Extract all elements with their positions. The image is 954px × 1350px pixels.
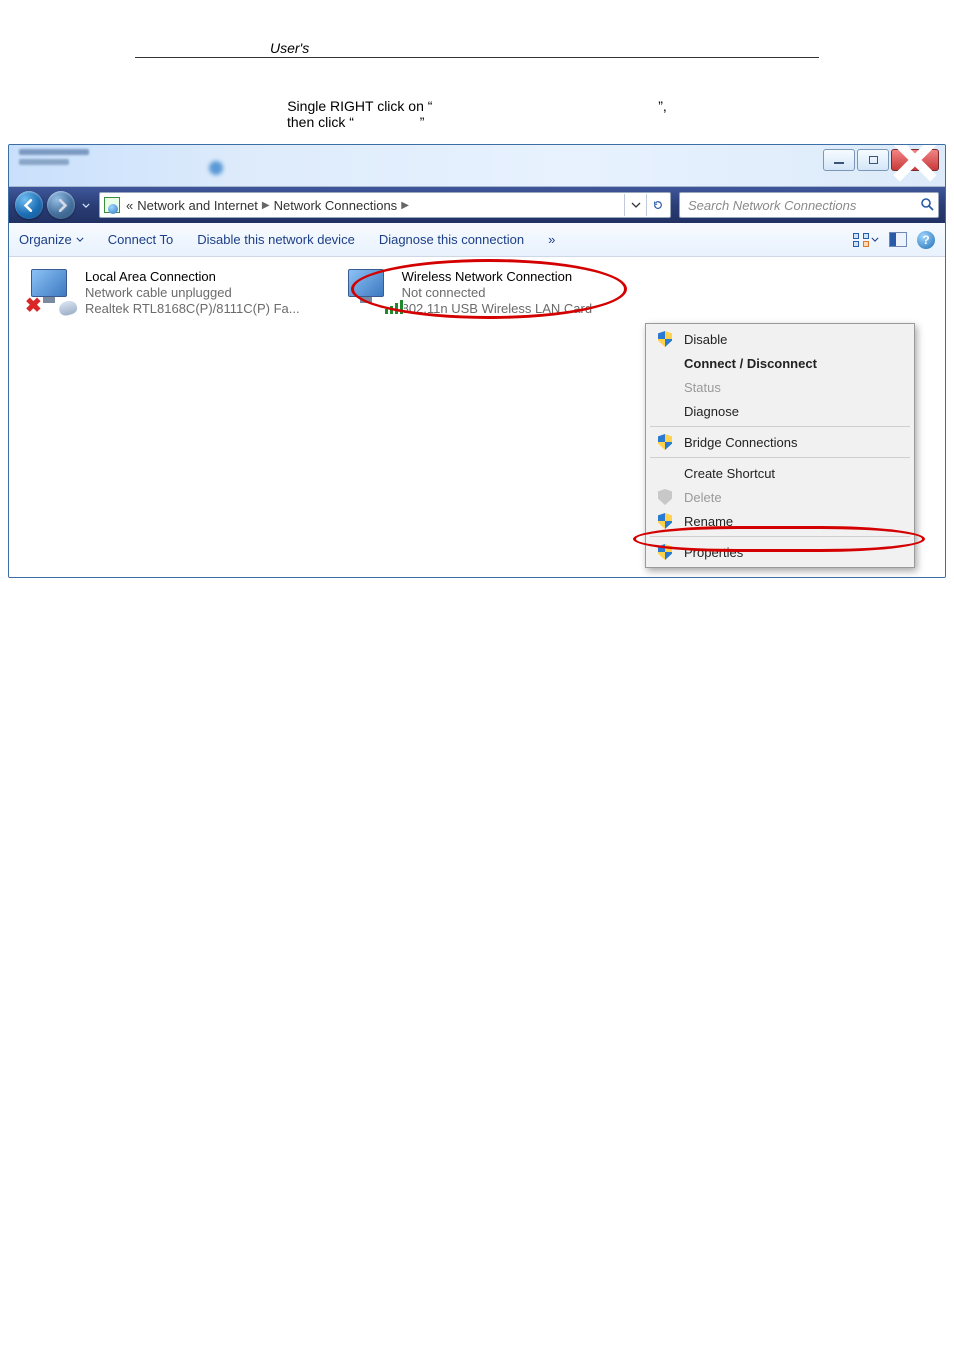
breadcrumb-separator-icon: ▶ xyxy=(401,200,409,211)
toolbar-help-button[interactable]: ? xyxy=(917,231,935,249)
document-header-label: User's xyxy=(270,40,309,56)
arrow-right-icon xyxy=(55,199,68,212)
toolbar-connect-to[interactable]: Connect To xyxy=(108,232,174,247)
instruction-line2-before: then click “ xyxy=(287,114,354,130)
address-dropdown-button[interactable] xyxy=(624,194,646,216)
toolbar-disable-device[interactable]: Disable this network device xyxy=(197,232,355,247)
shield-icon xyxy=(658,331,672,347)
connection-item-wlan[interactable]: ✖ Wireless Network Connection Not connec… xyxy=(342,269,593,317)
instruction-line2-after: ” xyxy=(420,114,425,130)
chevron-down-icon xyxy=(82,203,90,208)
shield-icon xyxy=(658,513,672,529)
search-placeholder: Search Network Connections xyxy=(688,198,920,213)
context-menu: Disable Connect / Disconnect Status Diag… xyxy=(645,323,915,568)
help-icon: ? xyxy=(922,233,929,247)
toolbar-view-button[interactable] xyxy=(853,233,879,247)
context-menu-shortcut-label: Create Shortcut xyxy=(684,466,775,481)
close-icon xyxy=(892,144,938,183)
context-menu-diagnose-label: Diagnose xyxy=(684,404,739,419)
context-menu-status: Status xyxy=(648,375,912,399)
context-menu-diagnose[interactable]: Diagnose xyxy=(648,399,912,423)
toolbar-disable-label: Disable this network device xyxy=(197,232,355,247)
context-menu-delete-label: Delete xyxy=(684,490,722,505)
view-tiles-icon xyxy=(853,233,869,247)
shield-icon xyxy=(658,544,672,560)
toolbar-more-chevron[interactable]: » xyxy=(548,232,555,247)
context-menu-shortcut[interactable]: Create Shortcut xyxy=(648,461,912,485)
navigation-bar: « Network and Internet ▶ Network Connect… xyxy=(9,187,945,223)
content-area: ✖ Local Area Connection Network cable un… xyxy=(9,257,945,577)
toolbar-connect-to-label: Connect To xyxy=(108,232,174,247)
context-menu-separator xyxy=(650,536,910,537)
address-bar[interactable]: « Network and Internet ▶ Network Connect… xyxy=(99,192,671,218)
window-minimize-button[interactable] xyxy=(823,149,855,171)
context-menu-bridge[interactable]: Bridge Connections xyxy=(648,430,912,454)
context-menu-connect-label: Connect / Disconnect xyxy=(684,356,817,371)
wlan-title: Wireless Network Connection xyxy=(402,269,593,285)
command-toolbar: Organize Connect To Disable this network… xyxy=(9,223,945,257)
wlan-device: 802.11n USB Wireless LAN Card xyxy=(402,301,593,317)
nav-back-button[interactable] xyxy=(15,191,43,219)
instruction-line1-before: Single RIGHT click on “ xyxy=(287,98,432,114)
breadcrumb-part-network-internet[interactable]: Network and Internet xyxy=(137,198,258,213)
lan-title: Local Area Connection xyxy=(85,269,300,285)
toolbar-organize-label: Organize xyxy=(19,232,72,247)
window-close-button[interactable] xyxy=(891,149,939,171)
context-menu-disable[interactable]: Disable xyxy=(648,327,912,351)
shield-icon xyxy=(658,489,672,505)
chevron-down-icon xyxy=(871,237,879,242)
context-menu-separator xyxy=(650,426,910,427)
instruction-text: Single RIGHT click on “ ”, then click “ … xyxy=(135,98,819,130)
nav-forward-button[interactable] xyxy=(47,191,75,219)
context-menu-separator xyxy=(650,457,910,458)
explorer-window: « Network and Internet ▶ Network Connect… xyxy=(8,144,946,578)
network-location-icon xyxy=(102,195,122,215)
search-input[interactable]: Search Network Connections xyxy=(679,192,939,218)
lan-adapter-icon: ✖ xyxy=(25,269,77,313)
context-menu-connect[interactable]: Connect / Disconnect xyxy=(648,351,912,375)
toolbar-preview-pane-button[interactable] xyxy=(889,232,907,247)
context-menu-disable-label: Disable xyxy=(684,332,727,347)
toolbar-diagnose-label: Diagnose this connection xyxy=(379,232,524,247)
context-menu-properties-label: Properties xyxy=(684,545,743,560)
window-maximize-button[interactable] xyxy=(857,149,889,171)
breadcrumb-part-network-connections[interactable]: Network Connections xyxy=(274,198,398,213)
toolbar-more-label: » xyxy=(548,232,555,247)
titlebar-blurred-region xyxy=(19,149,339,183)
breadcrumb-separator-icon: ▶ xyxy=(262,200,270,211)
lan-device: Realtek RTL8168C(P)/8111C(P) Fa... xyxy=(85,301,300,317)
context-menu-rename-label: Rename xyxy=(684,514,733,529)
connection-item-lan[interactable]: ✖ Local Area Connection Network cable un… xyxy=(25,269,300,317)
refresh-button[interactable] xyxy=(646,194,668,216)
toolbar-organize[interactable]: Organize xyxy=(19,232,84,247)
toolbar-diagnose[interactable]: Diagnose this connection xyxy=(379,232,524,247)
refresh-icon xyxy=(653,200,663,210)
wlan-status: Not connected xyxy=(402,285,593,301)
breadcrumb-overflow[interactable]: « xyxy=(126,198,133,213)
wlan-adapter-icon: ✖ xyxy=(342,269,394,313)
context-menu-delete: Delete xyxy=(648,485,912,509)
arrow-left-icon xyxy=(23,199,36,212)
chevron-down-icon xyxy=(76,237,84,242)
context-menu-bridge-label: Bridge Connections xyxy=(684,435,797,450)
context-menu-rename[interactable]: Rename xyxy=(648,509,912,533)
window-titlebar xyxy=(9,145,945,187)
shield-icon xyxy=(658,434,672,450)
nav-history-dropdown[interactable] xyxy=(79,191,93,219)
document-header-rule: User's xyxy=(135,40,819,58)
context-menu-status-label: Status xyxy=(684,380,721,395)
context-menu-properties[interactable]: Properties xyxy=(648,540,912,564)
chevron-down-icon xyxy=(631,200,641,210)
lan-status: Network cable unplugged xyxy=(85,285,300,301)
instruction-line1-after: ”, xyxy=(658,98,667,114)
search-icon xyxy=(920,197,934,214)
